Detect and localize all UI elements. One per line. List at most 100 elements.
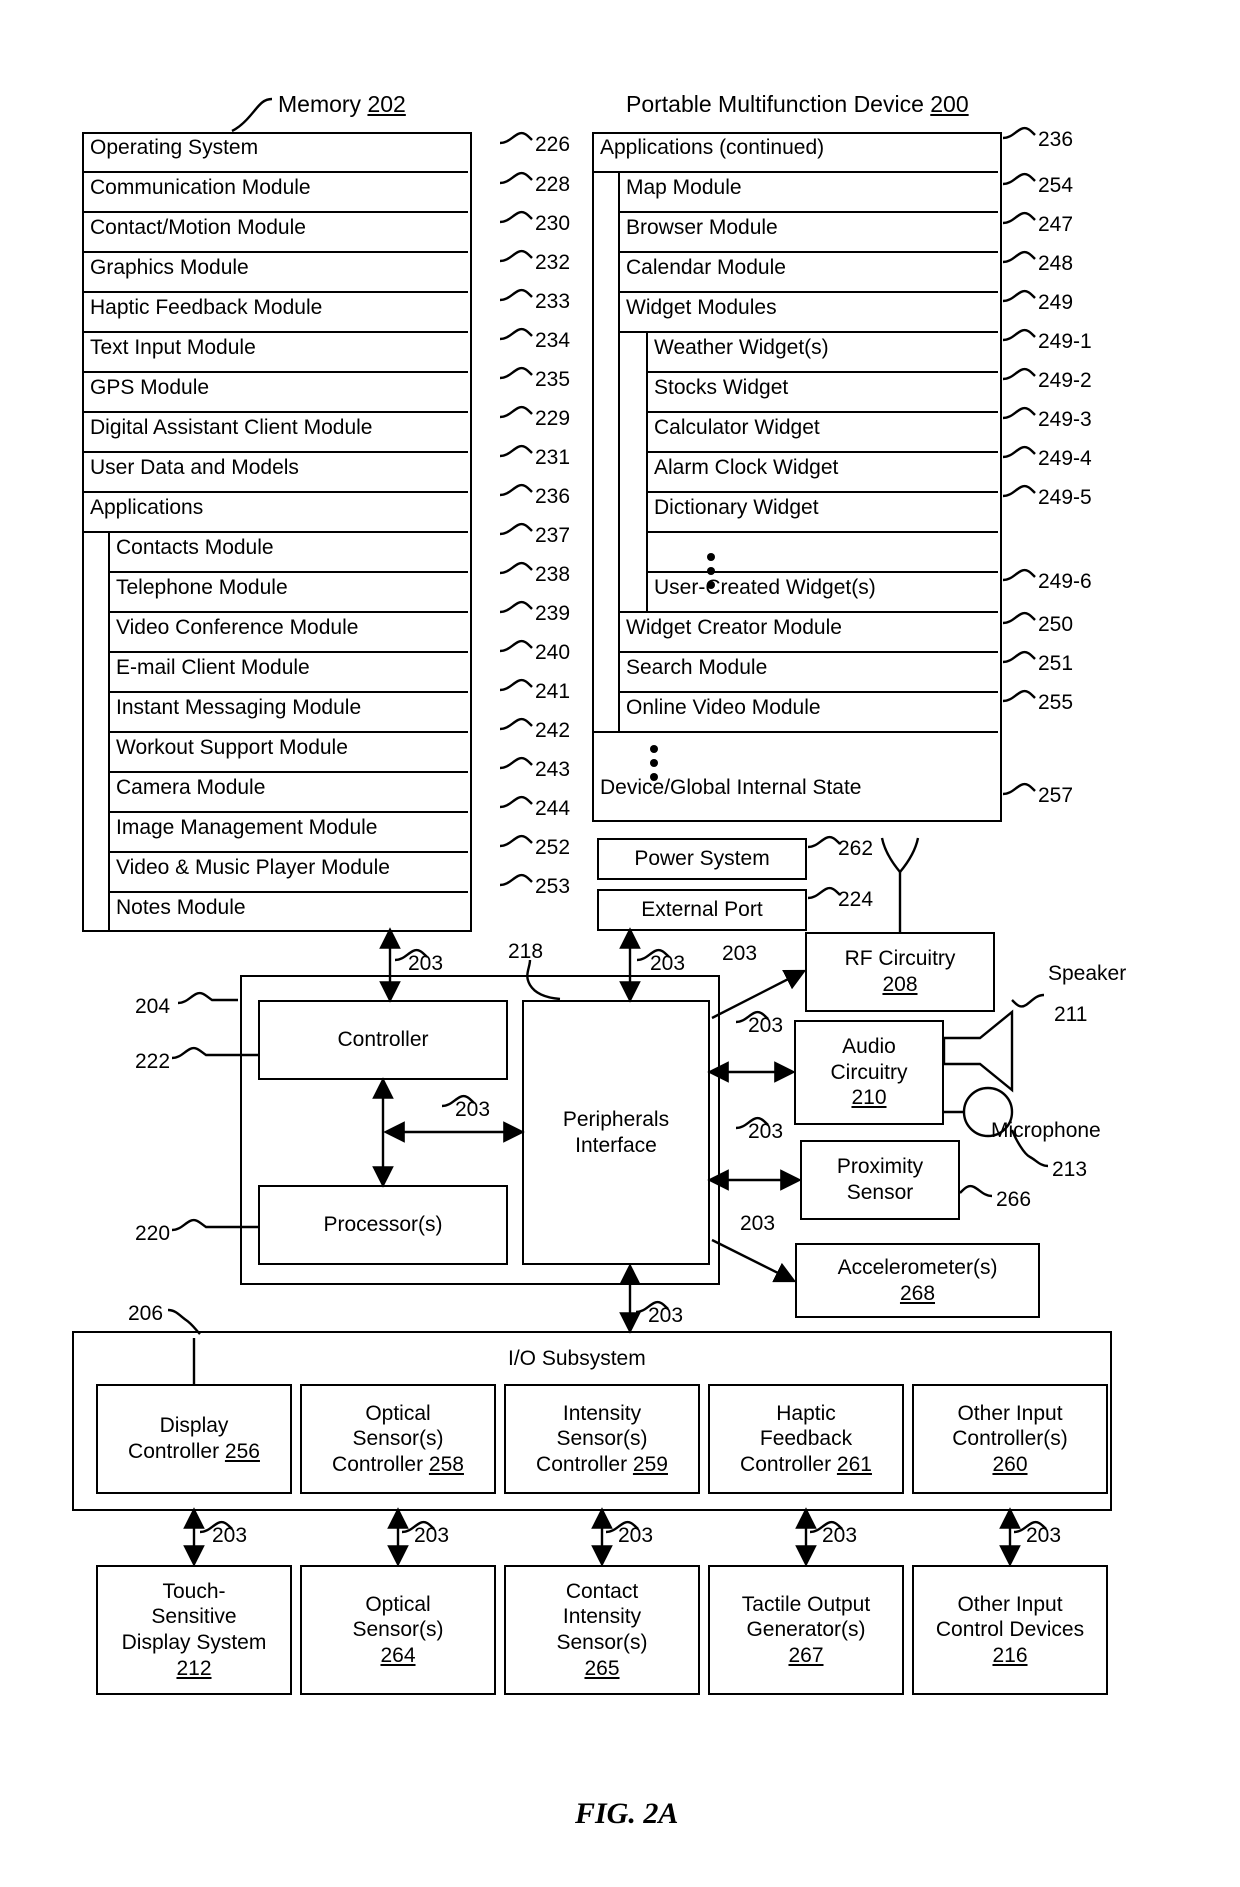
memory-item-ref: 237 [535,524,571,547]
proximity-sensor-ref: 266 [996,1188,1032,1211]
device-item-ref: 250 [1038,613,1074,636]
widget-ellipsis-icon [707,553,715,589]
io-subsystem-ref: 206 [128,1302,164,1325]
rf-label-text: RF Circuitry [844,947,956,971]
bus-label: 203 [748,1120,784,1143]
device-item-ref: 249-1 [1038,330,1092,353]
memory-item-label: GPS Module [90,376,210,399]
memory-item-label: Haptic Feedback Module [90,296,323,319]
memory-item-ref: 238 [535,563,571,586]
memory-item-ref: 243 [535,758,571,781]
memory-item-ref: 236 [535,485,571,508]
memory-item-ref: 241 [535,680,571,703]
device-item-label: Stocks Widget [654,376,789,399]
device-item-label: Calculator Widget [654,416,820,439]
display-controller-label: Display Controller 256 [128,1414,260,1463]
memory-item-label: Contacts Module [116,536,274,559]
memory-item-label: Text Input Module [90,336,256,359]
controller-label: Controller [337,1028,429,1052]
device-item-label: Device/Global Internal State [600,776,862,799]
optical-sensor-label: Optical Sensor(s) 264 [352,1592,444,1667]
memory-item-ref: 242 [535,719,571,742]
device-item-ref: 251 [1038,652,1074,675]
device-item-ref: 257 [1038,784,1074,807]
intensity-sensor-controller-label: Intensity Sensor(s) Controller 259 [536,1401,668,1476]
device-item-ref: 247 [1038,213,1074,236]
memory-title: Memory 202 [278,91,406,117]
memory-item-ref: 226 [535,133,571,156]
device-item-label: Dictionary Widget [654,496,819,519]
bus-label: 203 [212,1524,248,1547]
device-item-label: User-Created Widget(s) [654,576,876,599]
memory-item-label: Video Conference Module [116,616,359,639]
memory-item-ref: 235 [535,368,571,391]
controller-ref: 222 [135,1050,171,1073]
bus-label: 203 [618,1524,654,1547]
bus-label: 203 [822,1524,858,1547]
device-item-label: Map Module [626,176,742,199]
memory-item-ref: 233 [535,290,571,313]
device-item-label: Widget Modules [626,296,777,319]
memory-item-label: Digital Assistant Client Module [90,416,373,439]
memory-item-ref: 240 [535,641,571,664]
device-item-ref: 249-4 [1038,447,1092,470]
memory-item-ref: 228 [535,173,571,196]
memory-item-label: Camera Module [116,776,266,799]
device-item-label: Calendar Module [626,256,786,279]
bus-label: 203 [740,1212,776,1235]
bus-label: 203 [408,952,444,975]
device-item-label: Online Video Module [626,696,821,719]
optical-sensor-controller-label: Optical Sensor(s) Controller 258 [332,1401,464,1476]
contact-intensity-sensor-label: Contact Intensity Sensor(s) 265 [556,1579,648,1680]
memory-item-ref: 253 [535,875,571,898]
processor-label: Processor(s) [323,1213,443,1237]
microphone-ref: 213 [1052,1158,1088,1181]
haptic-feedback-controller-label: Haptic Feedback Controller 261 [740,1401,872,1476]
audio-circuitry-label: Audio Circuitry 210 [830,1035,908,1110]
device-item-label: Alarm Clock Widget [654,456,839,479]
bus-label: 203 [650,952,686,975]
other-input-control-devices-label: Other Input Control Devices 216 [935,1592,1085,1667]
speaker-label: Speaker [1048,962,1127,985]
device-title: Portable Multifunction Device 200 [626,91,969,117]
device-item-ref: 249-2 [1038,369,1092,392]
device-ellipsis-icon [650,745,658,781]
memory-item-label: User Data and Models [90,456,299,479]
device-item-ref: 248 [1038,252,1074,275]
memory-item-ref: 234 [535,329,571,352]
external-port-ref: 224 [838,888,874,911]
speaker-ref: 211 [1054,1003,1088,1026]
other-input-controller-label: Other Input Controller(s) 260 [952,1401,1068,1476]
external-port-label: External Port [641,898,763,922]
accelerometer-label: Accelerometer(s) 268 [837,1255,998,1305]
device-item-label: Weather Widget(s) [654,336,829,359]
memory-item-label: Contact/Motion Module [90,216,306,239]
cpu-group-ref: 204 [135,995,171,1018]
io-subsystem-label: I/O Subsystem [508,1347,646,1370]
memory-item-ref: 252 [535,836,571,859]
rf-circuitry-label: RF Circuitry 208 [805,932,995,1012]
power-system-label: Power System [634,847,770,871]
memory-row [82,132,472,932]
rf-ref-text: 208 [882,973,918,996]
memory-item-label: Video & Music Player Module [116,856,390,879]
touch-display-label: Touch- Sensitive Display System 212 [121,1579,267,1680]
memory-item-label: Instant Messaging Module [116,696,362,719]
memory-item-ref: 229 [535,407,571,430]
memory-item-ref: 244 [535,797,571,820]
device-item-label: Browser Module [626,216,778,239]
device-item-label: Widget Creator Module [626,616,842,639]
device-item-ref: 249-3 [1038,408,1092,431]
memory-item-label: Notes Module [116,896,246,919]
peripherals-interface-label: Peripherals Interface [562,1107,670,1157]
power-system-ref: 262 [838,837,874,860]
bus-label: 203 [455,1098,491,1121]
tactile-output-generator-label: Tactile Output Generator(s) 267 [741,1592,871,1667]
memory-item-label: E-mail Client Module [116,656,310,679]
bus-label: 203 [1026,1524,1062,1547]
figure-caption: FIG. 2A [575,1797,679,1830]
device-item-ref: 254 [1038,174,1074,197]
memory-item-label: Workout Support Module [116,736,348,759]
memory-item-ref: 232 [535,251,571,274]
memory-item-label: Graphics Module [90,256,249,279]
